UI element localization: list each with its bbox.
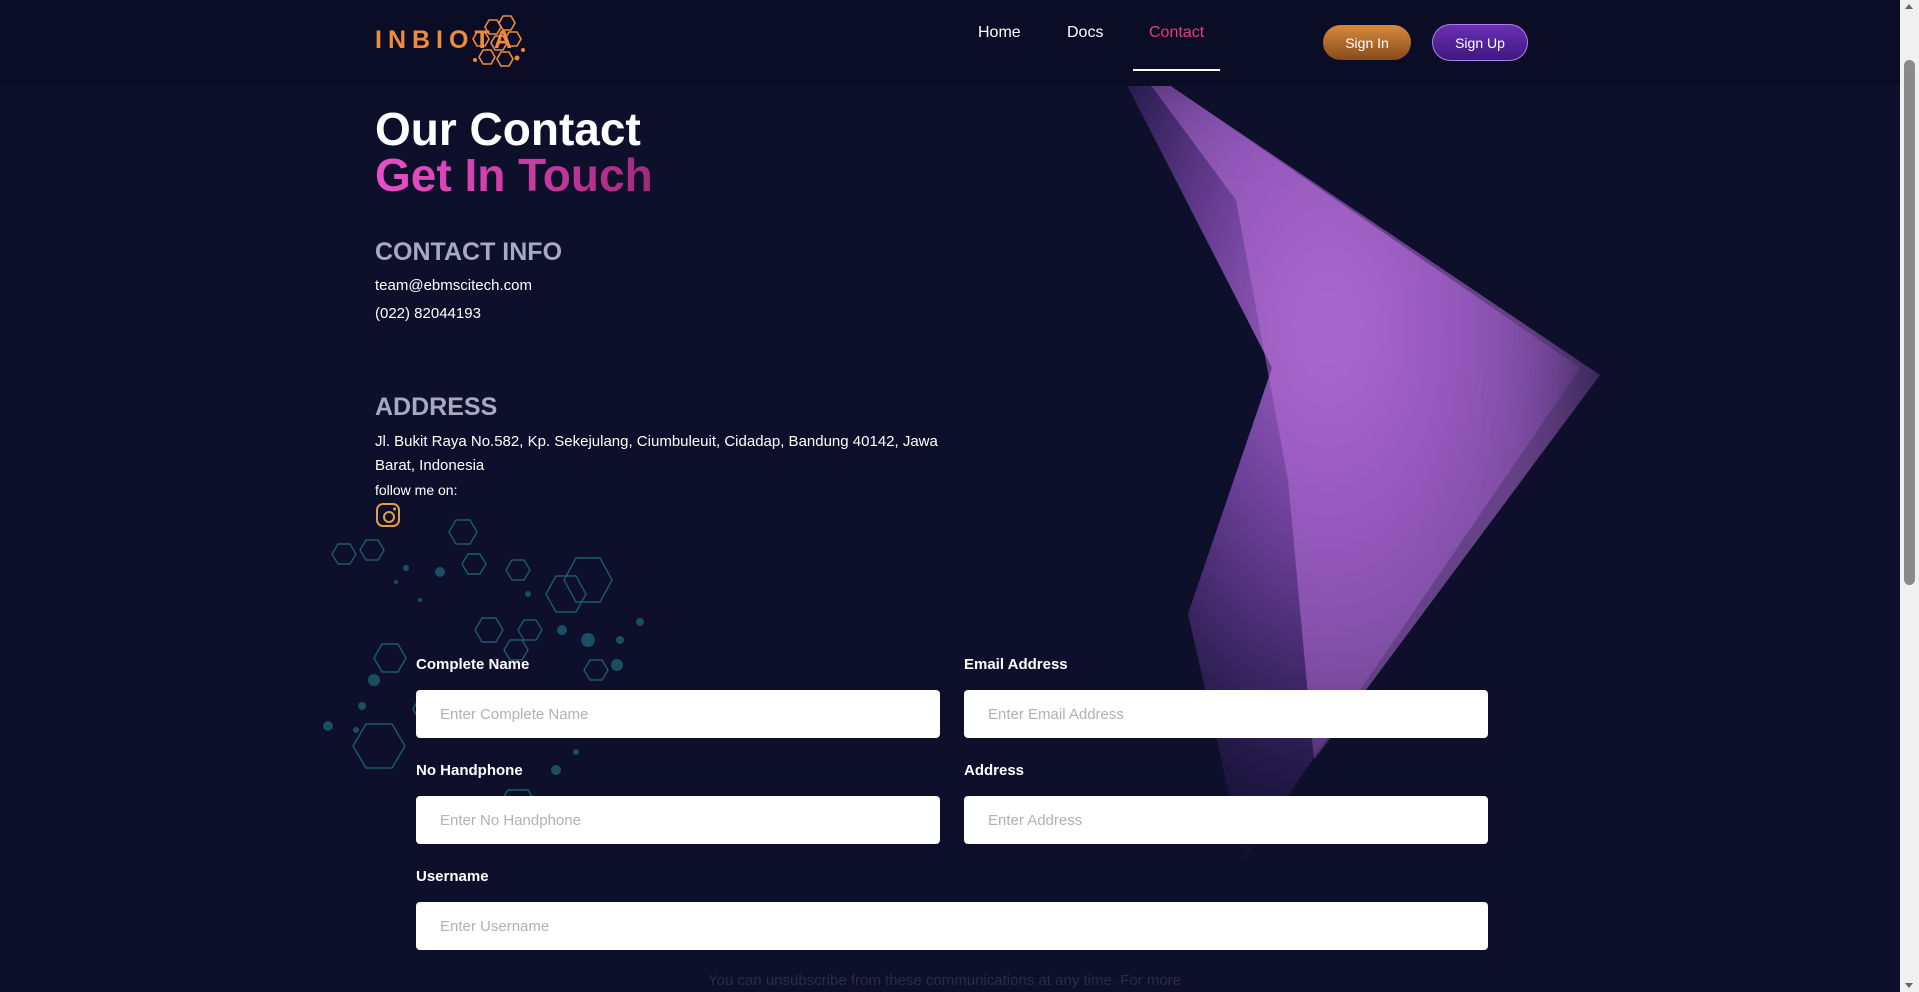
hexagon-logo-icon <box>472 15 525 67</box>
follow-label: follow me on: <box>375 482 458 498</box>
address-heading: ADDRESS <box>375 393 498 421</box>
page-scrollbar[interactable] <box>1900 0 1919 992</box>
contact-email: team@ebmscitech.com <box>375 277 532 294</box>
scroll-down-icon[interactable] <box>1905 983 1913 988</box>
sign-in-button[interactable]: Sign In <box>1323 25 1411 60</box>
nav-active-underline <box>1133 69 1220 71</box>
address-label: Address <box>964 762 1025 779</box>
header: INBIOTA Home Docs Contact Sign In Sign U… <box>0 0 1900 86</box>
nav-contact[interactable]: Contact <box>1149 24 1204 42</box>
address-input[interactable] <box>964 796 1488 844</box>
phone-label: No Handphone <box>416 762 523 779</box>
nav-docs[interactable]: Docs <box>1067 24 1103 42</box>
scrollbar-thumb[interactable] <box>1904 60 1915 585</box>
complete-name-input[interactable] <box>416 690 940 738</box>
email-label: Email Address <box>964 656 1068 673</box>
unsubscribe-note: You can unsubscribe from these communica… <box>708 972 1181 989</box>
logo[interactable]: INBIOTA <box>375 14 535 72</box>
sign-up-button[interactable]: Sign Up <box>1432 24 1528 61</box>
nav-home[interactable]: Home <box>978 24 1021 42</box>
contact-info-heading: CONTACT INFO <box>375 238 563 266</box>
contact-phone: (022) 82044193 <box>375 305 481 322</box>
email-input[interactable] <box>964 690 1488 738</box>
username-label: Username <box>416 868 489 885</box>
scroll-up-icon[interactable] <box>1905 4 1913 9</box>
address-text: Jl. Bukit Raya No.582, Kp. Sekejulang, C… <box>375 433 938 474</box>
username-input[interactable] <box>416 902 1488 950</box>
phone-input[interactable] <box>416 796 940 844</box>
background-glow <box>0 0 1900 992</box>
complete-name-label: Complete Name <box>416 656 530 673</box>
page-subtitle: Get In Touch <box>375 149 653 201</box>
